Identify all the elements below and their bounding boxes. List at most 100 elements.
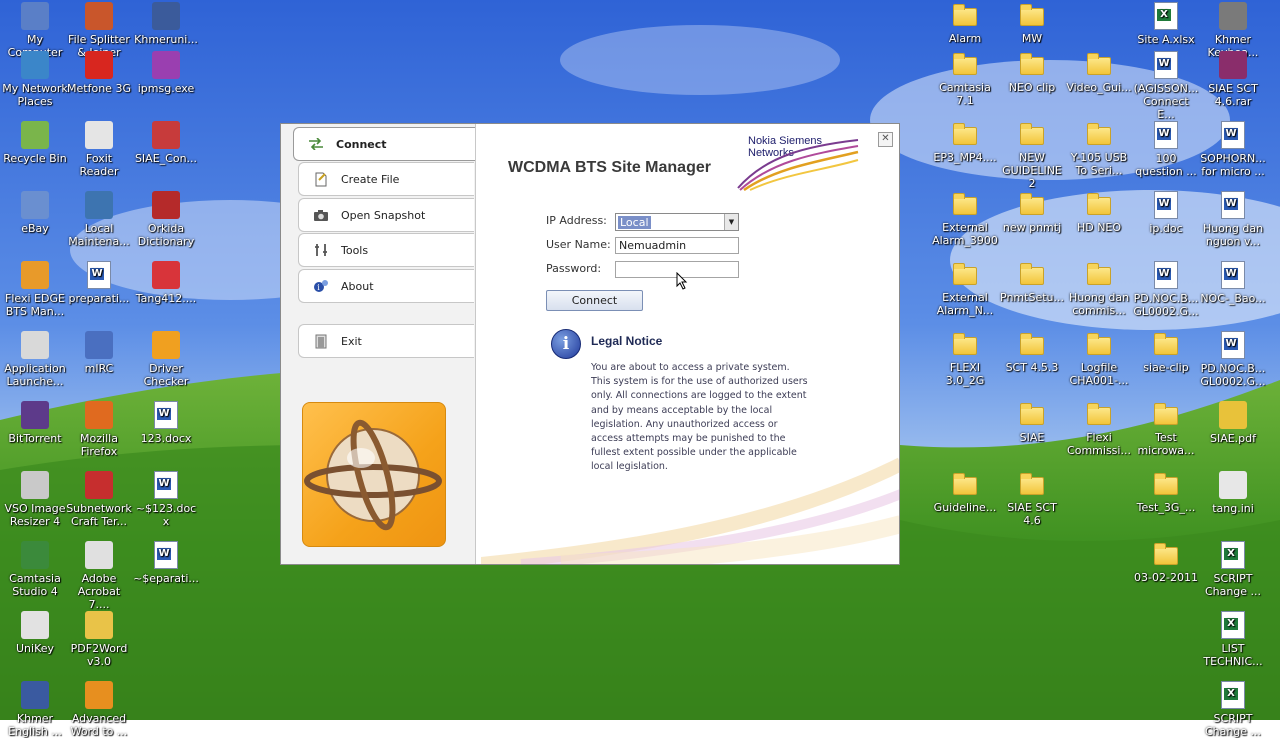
desktop-icon-test-3g[interactable]: Test_3G_... (1131, 471, 1201, 514)
desktop-icon-preparati[interactable]: preparati... (64, 261, 134, 305)
desktop-icon-script-change-1[interactable]: SCRIPT Change ... (1198, 541, 1268, 598)
desktop-icon-script-change-2[interactable]: SCRIPT Change ... (1198, 681, 1268, 738)
desktop-icon-mw[interactable]: MW (997, 2, 1067, 45)
desktop-icon-siae-pdf[interactable]: SIAE.pdf (1198, 401, 1268, 445)
application-icon (85, 51, 113, 79)
excel-document-icon (1154, 2, 1178, 30)
desktop-icon-label: Huong dan commis... (1068, 291, 1130, 317)
desktop-icon-agisson-connect[interactable]: (AGISSON... Connect E... (1131, 51, 1201, 121)
desktop-icon-mirc[interactable]: mIRC (64, 331, 134, 375)
desktop-icon-03-02-2011[interactable]: 03-02-2011 (1131, 541, 1201, 584)
desktop-icon-list-technic[interactable]: LIST TECHNIC... (1198, 611, 1268, 668)
desktop-icon-video-gui[interactable]: Video_Gui... (1064, 51, 1134, 94)
desktop-icon-pd-noc-2[interactable]: PD.NOC.B... GL0002.G... (1198, 331, 1268, 388)
connect-button[interactable]: Connect (546, 290, 643, 311)
folder-icon (1020, 193, 1044, 215)
desktop-icon-ebay[interactable]: eBay (0, 191, 70, 235)
desktop-icon-siae[interactable]: SIAE (997, 401, 1067, 444)
desktop-icon-label: siae-clip (1143, 361, 1189, 374)
desktop-icon-flexi-3-0-2g[interactable]: FLEXI 3.0_2G (930, 331, 1000, 387)
chevron-down-icon[interactable]: ▼ (724, 214, 738, 230)
desktop-icon-noc-bao[interactable]: NOC-_Bao... (1198, 261, 1268, 305)
desktop-icon-site-a-xlsx[interactable]: Site A.xlsx (1131, 2, 1201, 46)
desktop-icon-ip-doc[interactable]: ip.doc (1131, 191, 1201, 235)
desktop-icon-123-docx[interactable]: 123.docx (131, 401, 201, 445)
desktop-icon-label: Test microwa... (1137, 431, 1195, 457)
desktop-icon-bittorrent[interactable]: BitTorrent (0, 401, 70, 445)
desktop-icon-subnetwork-craft[interactable]: Subnetwork Craft Ter... (64, 471, 134, 528)
folder-icon (1154, 543, 1178, 565)
close-button[interactable]: ✕ (878, 132, 893, 147)
desktop-icon-tang412[interactable]: Tang412.... (131, 261, 201, 305)
word-document-icon (1154, 191, 1178, 219)
desktop-icon-test-microwave[interactable]: Test microwa... (1131, 401, 1201, 457)
folder-icon (1087, 263, 1111, 285)
desktop-icon-recycle-bin[interactable]: Recycle Bin (0, 121, 70, 165)
desktop-icon-pd-noc-1[interactable]: PD.NOC.B... GL0002.G... (1131, 261, 1201, 318)
desktop-icon-label: Site A.xlsx (1137, 33, 1195, 46)
desktop-icon-ipmsg[interactable]: ipmsg.exe (131, 51, 201, 95)
desktop-icon-100-question[interactable]: 100 question ... (1131, 121, 1201, 178)
user-name-field[interactable] (615, 237, 739, 254)
desktop-icon-siae-con[interactable]: SIAE_Con... (131, 121, 201, 165)
desktop-icon-adobe-acrobat[interactable]: Adobe Acrobat 7.... (64, 541, 134, 611)
desktop-icon-hd-neo[interactable]: HD NEO (1064, 191, 1134, 234)
desktop-icon-label: SOPHORN... for micro ... (1200, 152, 1266, 178)
desktop-icon-siae-sct-rar[interactable]: SIAE SCT 4.6.rar (1198, 51, 1268, 108)
application-icon (1219, 51, 1247, 79)
desktop-icon-my-network-places[interactable]: My Network Places (0, 51, 70, 108)
desktop-icon-logfile-cha001[interactable]: Logfile CHA001-... (1064, 331, 1134, 387)
nav-tools-button[interactable]: Tools (298, 233, 474, 267)
desktop-icon-siae-sct-4-6[interactable]: SIAE SCT 4.6 (997, 471, 1067, 527)
desktop-icon-tang-ini[interactable]: tang.ini (1198, 471, 1268, 515)
ip-address-select[interactable]: Local ▼ (615, 213, 739, 231)
application-icon (85, 191, 113, 219)
desktop-icon-alarm[interactable]: Alarm (930, 2, 1000, 45)
desktop-icon-local-maintenance[interactable]: Local Maintena... (64, 191, 134, 248)
desktop-icon-pnmtsetup[interactable]: PnmtSetu... (997, 261, 1067, 304)
desktop-icon-mozilla-firefox[interactable]: Mozilla Firefox (64, 401, 134, 458)
desktop-icon-sophorn-micro[interactable]: SOPHORN... for micro ... (1198, 121, 1268, 178)
desktop-icon-huong-dan-commis[interactable]: Huong dan commis... (1064, 261, 1134, 317)
desktop-icon-sct-4-5-3[interactable]: SCT 4.5.3 (997, 331, 1067, 374)
desktop-icon-flexi-edge[interactable]: Flexi EDGE BTS Man... (0, 261, 70, 318)
desktop-icon-orkida-dictionary[interactable]: Orkida Dictionary (131, 191, 201, 248)
nav-exit-button[interactable]: Exit (298, 324, 474, 358)
desktop-icon-application-launcher[interactable]: Application Launche... (0, 331, 70, 388)
desktop-icon-ep3-mp4[interactable]: EP3_MP4.... (930, 121, 1000, 164)
desktop-icon-camtasia-7-1[interactable]: Camtasia 7.1 (930, 51, 1000, 107)
desktop-icon-huong-dan-nguon[interactable]: Huong dan nguon v... (1198, 191, 1268, 248)
desktop-icon-driver-checker[interactable]: Driver Checker (131, 331, 201, 388)
desktop-icon-external-alarm-3900[interactable]: External Alarm_3900 (930, 191, 1000, 247)
desktop-icon-vso-image-resizer[interactable]: VSO Image Resizer 4 (0, 471, 70, 528)
desktop-icon-foxit-reader[interactable]: Foxit Reader (64, 121, 134, 178)
navigation-pane: Connect Create File Open Snapshot Tools … (281, 124, 476, 564)
desktop-icon-metfone-3g[interactable]: Metfone 3G (64, 51, 134, 95)
desktop-icon-neo-clip[interactable]: NEO clip (997, 51, 1067, 94)
desktop-icon-advanced-word[interactable]: Advanced Word to ... (64, 681, 134, 738)
nav-connect-button[interactable]: Connect (293, 127, 475, 161)
desktop-icon-unikey[interactable]: UniKey (0, 611, 70, 655)
application-icon (85, 2, 113, 30)
mouse-cursor (676, 272, 688, 290)
desktop-icon-tmp-123-docx[interactable]: ~$123.docx (131, 471, 201, 528)
desktop-icon-camtasia-studio[interactable]: Camtasia Studio 4 (0, 541, 70, 598)
desktop-icon-new-guideline2[interactable]: NEW GUIDELINE2 (997, 121, 1067, 190)
desktop-icon-tmp-eparati[interactable]: ~$eparati... (131, 541, 201, 585)
desktop-icon-y105-usb[interactable]: Y-105 USB To Seri... (1064, 121, 1134, 177)
nav-open-snapshot-button[interactable]: Open Snapshot (298, 198, 474, 232)
desktop-icon-external-alarm-n[interactable]: External Alarm_N... (930, 261, 1000, 317)
desktop-icon-new-pnmtj[interactable]: new pnmtj (997, 191, 1067, 234)
desktop-icon-flexi-commissioning[interactable]: Flexi Commissi... (1064, 401, 1134, 457)
application-icon (152, 2, 180, 30)
desktop-icon-siae-clip[interactable]: siae-clip (1131, 331, 1201, 374)
desktop-icon-pdf2word[interactable]: PDF2Word v3.0 (64, 611, 134, 668)
application-icon (85, 331, 113, 359)
desktop-icon-label: NEO clip (1008, 81, 1056, 94)
desktop-icon-khmeruni[interactable]: Khmeruni... (131, 2, 201, 46)
nav-create-file-button[interactable]: Create File (298, 162, 474, 196)
desktop-icon-guideline[interactable]: Guideline... (930, 471, 1000, 514)
nav-about-button[interactable]: i About (298, 269, 474, 303)
desktop-icon-label: Local Maintena... (68, 222, 130, 248)
desktop-icon-khmer-english[interactable]: Khmer English ... (0, 681, 70, 738)
